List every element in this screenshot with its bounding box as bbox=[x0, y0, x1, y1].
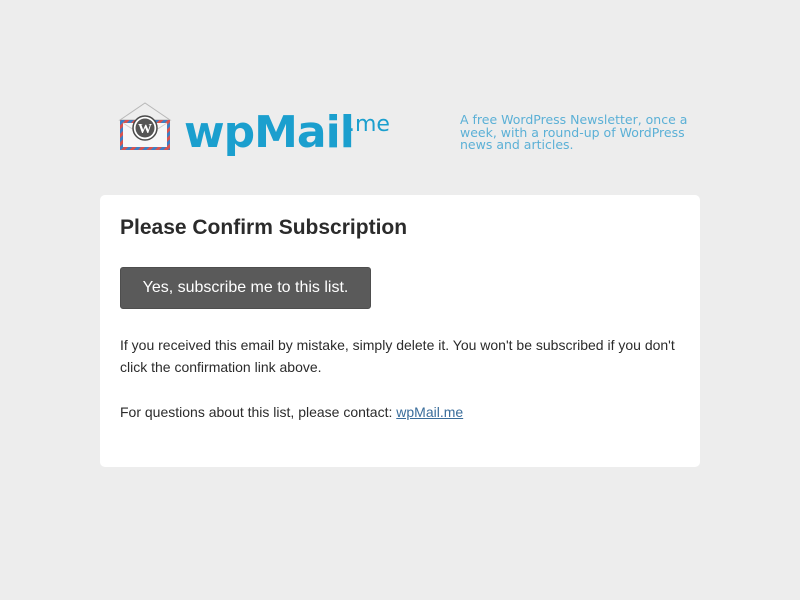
confirm-card: Please Confirm Subscription Yes, subscri… bbox=[100, 195, 700, 467]
page-title: Please Confirm Subscription bbox=[120, 216, 408, 239]
mistake-notice: If you received this email by mistake, s… bbox=[120, 337, 675, 375]
logo-suffix: .me bbox=[348, 112, 390, 137]
confirm-subscription-button[interactable]: Yes, subscribe me to this list. bbox=[120, 267, 371, 309]
contact-link[interactable]: wpMail.me bbox=[396, 404, 463, 420]
logo-wordmark: wpMail bbox=[184, 107, 355, 158]
tagline: A free WordPress Newsletter, once a week… bbox=[460, 112, 688, 152]
contact-line: For questions about this list, please co… bbox=[120, 401, 463, 423]
envelope-wordpress-icon: W bbox=[118, 102, 172, 152]
svg-text:W: W bbox=[138, 122, 152, 137]
contact-prefix: For questions about this list, please co… bbox=[120, 404, 397, 420]
header: W wpMail .me A free WordPress Newsletter… bbox=[0, 0, 800, 195]
